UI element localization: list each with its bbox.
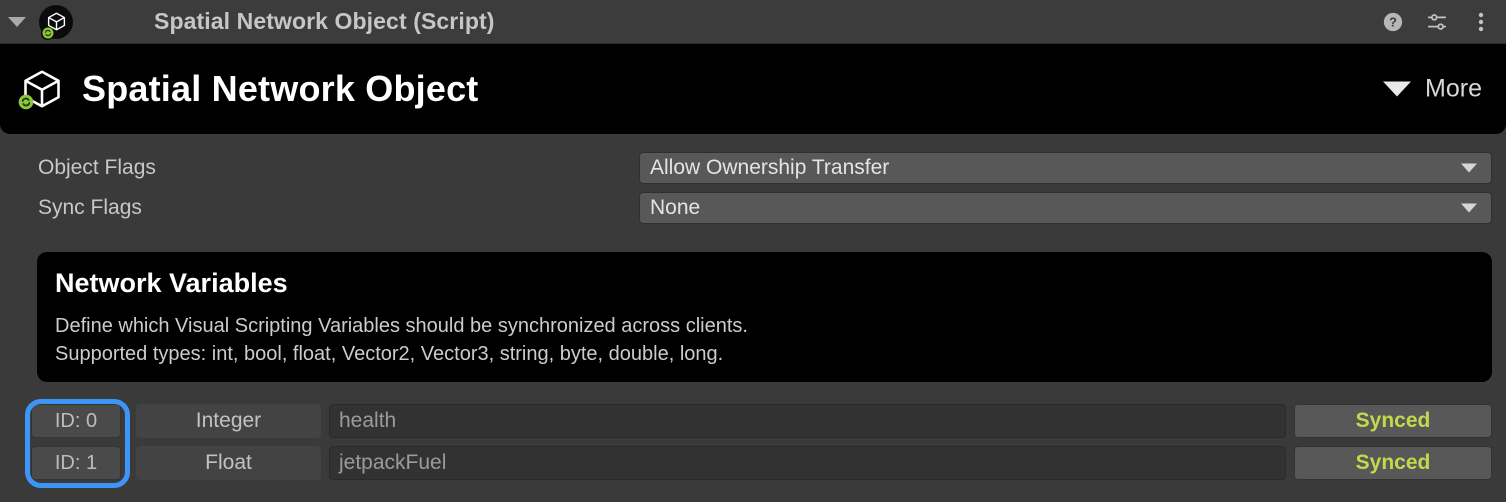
bottom-strip: [0, 492, 1506, 502]
variable-id-chip[interactable]: ID: 1: [31, 446, 121, 480]
object-flags-value: Allow Ownership Transfer: [650, 156, 890, 179]
more-button[interactable]: More: [1383, 75, 1482, 104]
property-label-sync-flags: Sync Flags: [38, 196, 142, 219]
variable-type-dropdown[interactable]: Float: [136, 446, 321, 480]
variable-name-input[interactable]: health: [329, 404, 1286, 438]
variable-id-chip[interactable]: ID: 0: [31, 404, 121, 438]
sync-flags-dropdown[interactable]: None: [639, 192, 1492, 224]
more-label: More: [1425, 74, 1482, 103]
component-icon: [34, 0, 78, 44]
property-row-object-flags: Object Flags Allow Ownership Transfer: [0, 148, 1506, 188]
triangle-down-icon: [1383, 81, 1412, 97]
page-title: Spatial Network Object: [82, 68, 479, 109]
variable-type-dropdown[interactable]: Integer: [136, 404, 321, 438]
table-row: ID: 0 Integer health Synced: [0, 403, 1506, 439]
inspector-panel: Spatial Network Object (Script) ? Spatia…: [0, 0, 1506, 502]
chevron-down-icon: [1461, 163, 1477, 173]
property-label-object-flags: Object Flags: [38, 156, 156, 179]
table-row: ID: 1 Float jetpackFuel Synced: [0, 445, 1506, 481]
network-variables-description-line1: Define which Visual Scripting Variables …: [55, 315, 748, 337]
object-flags-dropdown[interactable]: Allow Ownership Transfer: [639, 152, 1492, 184]
sync-badge-icon: [41, 26, 54, 40]
network-variables-title: Network Variables: [55, 268, 288, 298]
network-variables-panel: Network Variables Define which Visual Sc…: [37, 252, 1492, 382]
foldout-toggle[interactable]: [0, 0, 34, 44]
component-header-bar: Spatial Network Object (Script) ?: [0, 0, 1506, 44]
variable-name-input[interactable]: jetpackFuel: [329, 446, 1286, 480]
network-variables-description-line2: Supported types: int, bool, float, Vecto…: [55, 343, 724, 366]
property-row-sync-flags: Sync Flags None: [0, 188, 1506, 228]
script-title-band: Spatial Network Object More: [0, 44, 1506, 134]
triangle-down-icon: [8, 16, 26, 27]
header-tools: ?: [1382, 0, 1492, 44]
svg-text:?: ?: [1389, 15, 1397, 30]
help-icon[interactable]: ?: [1382, 11, 1404, 33]
more-menu-icon[interactable]: [1470, 11, 1492, 33]
title-cube-icon: [18, 62, 66, 116]
chevron-down-icon: [1461, 203, 1477, 213]
variable-sync-status[interactable]: Synced: [1294, 404, 1492, 438]
preset-icon[interactable]: [1426, 11, 1448, 33]
component-title: Spatial Network Object (Script): [154, 8, 495, 34]
title-sync-badge-icon: [18, 94, 34, 110]
sync-flags-value: None: [650, 196, 701, 219]
variable-sync-status[interactable]: Synced: [1294, 446, 1492, 480]
